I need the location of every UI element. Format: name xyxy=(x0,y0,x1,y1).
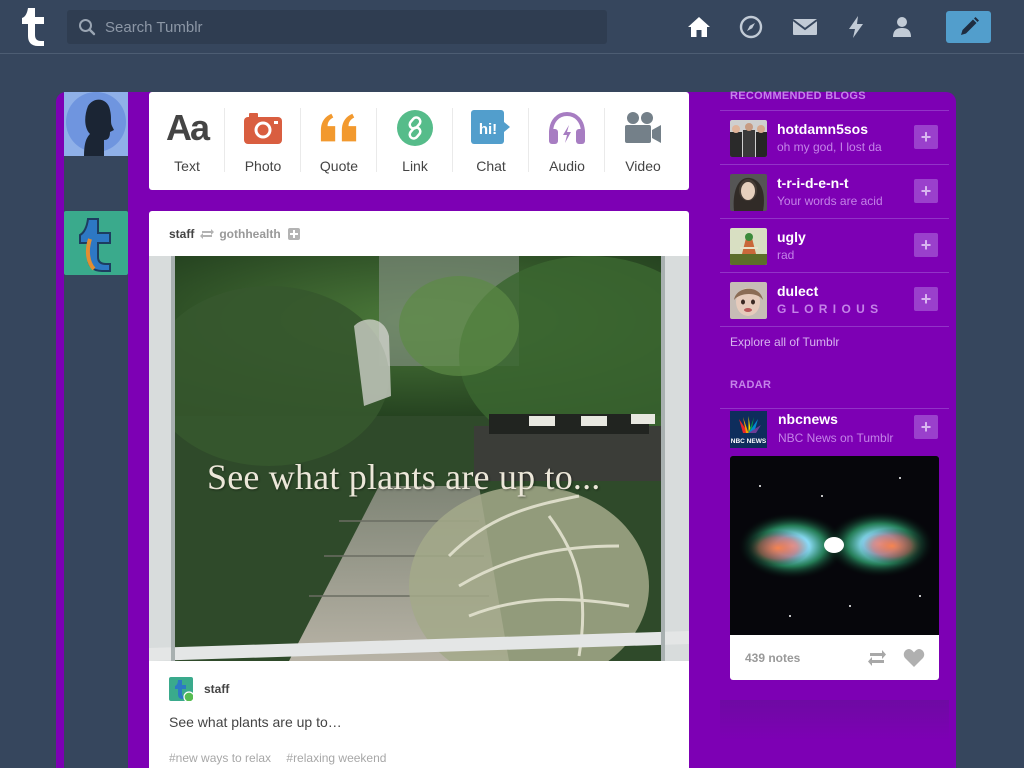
search-input[interactable] xyxy=(105,10,595,44)
sidebar-bottom-band xyxy=(720,700,949,740)
staff-mini-avatar[interactable] xyxy=(169,677,195,703)
radar-blog-name: nbcnews xyxy=(778,411,838,427)
dashboard-post: staff gothhealth See what plants are up … xyxy=(149,211,689,768)
radar-blog-item[interactable]: NBC NEWS nbcnews NBC News on Tumblr + xyxy=(720,408,949,448)
post-type-label: Quote xyxy=(319,158,359,174)
explore-all-link[interactable]: Explore all of Tumblr xyxy=(730,335,839,349)
avatar-rail xyxy=(64,92,128,768)
blog-avatar xyxy=(730,120,767,157)
follow-button[interactable]: + xyxy=(914,125,938,149)
nbc-peacock-logo: NBC NEWS xyxy=(730,411,767,448)
post-body-text: See what plants are up to… xyxy=(169,714,342,730)
reblog-icon xyxy=(200,229,215,239)
fade-overlay xyxy=(880,165,916,219)
top-header xyxy=(0,0,1024,54)
radar-post-card: 439 notes xyxy=(730,456,939,680)
divider xyxy=(720,326,949,327)
post-type-label: Photo xyxy=(244,158,282,174)
recommended-blog-item[interactable]: t-r-i-d-e-n-t Your words are acid + xyxy=(720,164,949,219)
chat-bubble-icon: hi! xyxy=(471,108,511,148)
chat-glyph: hi! xyxy=(478,120,498,138)
recommended-blog-item[interactable]: ugly rad + xyxy=(720,218,949,273)
recommended-blog-item[interactable]: dulect G L O R I O U S + xyxy=(720,272,949,327)
post-tag[interactable]: #new ways to relax xyxy=(169,751,271,765)
post-tags: #new ways to relax #relaxing weekend xyxy=(169,751,398,765)
follow-button[interactable]: + xyxy=(914,287,938,311)
headphones-icon xyxy=(547,108,587,148)
video-camera-icon xyxy=(623,108,663,148)
post-type-text[interactable]: Aa Text xyxy=(149,92,225,190)
image-caption-text: See what plants are up to... xyxy=(207,457,601,497)
activity-lightning-icon[interactable] xyxy=(843,14,869,40)
post-type-audio[interactable]: Audio xyxy=(529,92,605,190)
post-type-photo[interactable]: Photo xyxy=(225,92,301,190)
post-header: staff gothhealth xyxy=(169,225,300,243)
blog-name: ugly xyxy=(777,229,806,245)
blog-avatar xyxy=(730,282,767,319)
home-icon[interactable] xyxy=(686,14,712,40)
reblog-trail: staff xyxy=(169,677,229,703)
reblog-icon[interactable] xyxy=(866,648,888,668)
reblogger-name[interactable]: staff xyxy=(204,682,229,696)
post-type-video[interactable]: Video xyxy=(605,92,681,190)
follow-button[interactable]: + xyxy=(914,233,938,257)
follow-button[interactable]: + xyxy=(914,415,938,439)
text-aa-icon: Aa xyxy=(165,107,210,148)
compose-button[interactable] xyxy=(946,11,991,43)
follow-plus-icon[interactable] xyxy=(287,228,300,240)
notes-count[interactable]: 439 notes xyxy=(745,651,800,665)
blog-avatar xyxy=(730,174,767,211)
explore-compass-icon[interactable] xyxy=(738,14,764,40)
staff-avatar[interactable] xyxy=(64,211,128,275)
recommended-blogs-heading: RECOMMENDED BLOGS xyxy=(730,90,866,102)
tumblr-logo[interactable] xyxy=(16,6,50,48)
like-heart-icon[interactable] xyxy=(903,648,925,668)
user-avatar[interactable] xyxy=(64,92,128,156)
post-type-label: Video xyxy=(625,158,661,174)
recommended-blog-item[interactable]: hotdamn5sos oh my god, I lost da + xyxy=(720,110,949,165)
fade-overlay xyxy=(880,273,916,327)
radar-heading: RADAR xyxy=(730,379,772,391)
radar-blog-tagline: NBC News on Tumblr xyxy=(778,431,894,445)
svg-text:NBC NEWS: NBC NEWS xyxy=(731,438,767,445)
fade-overlay xyxy=(880,219,916,273)
link-chain-icon xyxy=(395,108,435,148)
post-type-link[interactable]: Link xyxy=(377,92,453,190)
post-type-quote[interactable]: Quote xyxy=(301,92,377,190)
post-type-label: Chat xyxy=(476,158,506,174)
search-icon xyxy=(79,19,96,36)
inbox-envelope-icon[interactable] xyxy=(792,14,818,40)
post-photo[interactable]: See what plants are up to... xyxy=(149,256,689,661)
post-tag[interactable]: #relaxing weekend xyxy=(286,751,386,765)
blog-name: hotdamn5sos xyxy=(777,121,869,137)
blog-name: t-r-i-d-e-n-t xyxy=(777,175,849,191)
follow-button[interactable]: + xyxy=(914,179,938,203)
blog-avatar xyxy=(730,228,767,265)
search-box[interactable] xyxy=(67,10,607,44)
post-type-chat[interactable]: hi! Chat xyxy=(453,92,529,190)
radar-post-image[interactable] xyxy=(730,456,939,635)
reblogged-from-link[interactable]: gothhealth xyxy=(219,227,280,241)
fade-overlay xyxy=(880,111,916,165)
post-author-link[interactable]: staff xyxy=(169,227,194,241)
camera-icon xyxy=(243,108,283,148)
quote-marks-icon xyxy=(319,108,359,148)
post-type-bar: Aa Text Photo Quote Link hi! Chat Audio xyxy=(149,92,689,190)
recommended-blogs-list: hotdamn5sos oh my god, I lost da + t-r-i… xyxy=(720,110,949,327)
blog-name: dulect xyxy=(777,283,819,299)
compose-pencil-icon xyxy=(960,17,979,35)
post-type-label: Link xyxy=(402,158,428,174)
account-person-icon[interactable] xyxy=(889,14,915,40)
post-type-label: Audio xyxy=(549,158,585,174)
post-type-label: Text xyxy=(174,158,200,174)
